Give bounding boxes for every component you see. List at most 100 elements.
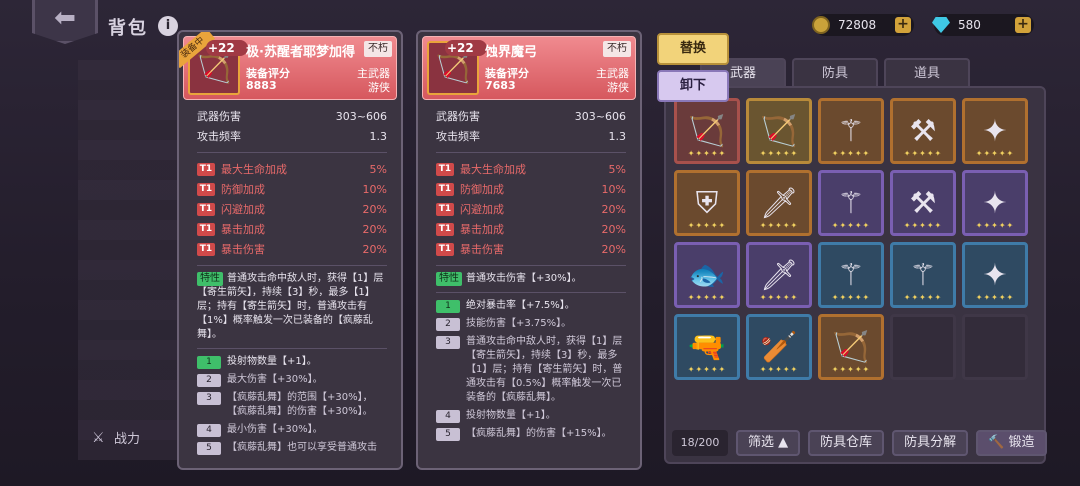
bonus-row: T1 暴击伤害 20% (436, 239, 626, 259)
club-icon: 🏏 (760, 329, 798, 365)
back-arrow-icon: ⬅ (54, 2, 76, 33)
inventory-grid: 🏹 ✦✦✦✦✦ 🏹 ✦✦✦✦✦ ⚚ ✦✦✦✦✦ ⚒ ✦✦✦✦✦ ✦ ✦✦✦✦✦ ⛨ ✦✦✦✦✦ 🗡 ✦✦✦… (674, 98, 1028, 380)
affix-row: 5 【疯藤乱舞】也可以享受普通攻击 (197, 441, 387, 455)
bonus-row: T1 最大生命加成 5% (436, 159, 626, 179)
affix-row: 1 绝对暴击率【+7.5%】。 (436, 299, 626, 313)
inventory-slot[interactable]: 🗡 ✦✦✦✦✦ (746, 242, 812, 308)
inventory-slot[interactable]: 🏹 ✦✦✦✦✦ (818, 314, 884, 380)
bonus-row: T1 闪避加成 20% (197, 199, 387, 219)
inventory-slot[interactable]: 🏹 ✦✦✦✦✦ (746, 98, 812, 164)
stars-icon: ✦✦✦✦✦ (687, 149, 727, 158)
affix-row: 2 最大伤害【+30%】。 (197, 373, 387, 387)
gem-icon (932, 17, 950, 33)
inventory-slot[interactable]: 🗡 ✦✦✦✦✦ (746, 170, 812, 236)
tab-items[interactable]: 道具 (884, 58, 970, 88)
blade-icon: 🗡 (759, 185, 799, 221)
filter-button[interactable]: 筛选 ▲ (736, 430, 801, 456)
stat-row: 攻击频率 1.3 (436, 129, 626, 144)
item-level: +22 (208, 41, 235, 55)
coin-icon (812, 16, 830, 34)
power-display[interactable]: ⚔ 战力 (92, 428, 141, 448)
inventory-slot[interactable]: ⚒ ✦✦✦✦✦ (890, 98, 956, 164)
inventory-slot[interactable]: ✦ ✦✦✦✦✦ (962, 242, 1028, 308)
stars-icon: ✦✦✦✦✦ (903, 149, 943, 158)
add-gems-button[interactable]: + (1015, 17, 1031, 33)
bonus-row: T1 暴击加成 20% (197, 219, 387, 239)
equipped-item-card: 🏹 装备中 +22 极·苏醒者耶梦加得 不朽 装备评分 8883 主武器 游侠 … (177, 30, 403, 470)
card-header: 🏹 装备中 +22 极·苏醒者耶梦加得 不朽 装备评分 8883 主武器 游侠 (179, 32, 397, 100)
item-name: 蚀界魔弓 (485, 45, 538, 60)
staff-icon: ⚚ (837, 113, 865, 149)
affix-row: 3 普通攻击命中敌人时，获得【1】层【寄生箭矢】，持续【3】秒，最多【1】层；持有… (436, 335, 626, 405)
forge-label: 锻造 (1008, 435, 1035, 450)
rarity-badge: 不朽 (364, 41, 392, 57)
class-type: 游侠 (368, 81, 390, 94)
stars-icon: ✦✦✦✦✦ (831, 149, 871, 158)
stars-icon: ✦✦✦✦✦ (687, 221, 727, 230)
inventory-slot[interactable]: 🏏 ✦✦✦✦✦ (746, 314, 812, 380)
page-title: 背包 (108, 18, 148, 39)
power-label: 战力 (114, 432, 141, 447)
bonus-row: T1 最大生命加成 5% (197, 159, 387, 179)
inventory-slot[interactable]: ✦ ✦✦✦✦✦ (962, 98, 1028, 164)
warehouse-button[interactable]: 防具仓库 (808, 430, 885, 456)
coin-balance: 72808 + (812, 14, 914, 36)
affix-row: 4 最小伤害【+30%】。 (197, 423, 387, 437)
inventory-slot[interactable]: ⚚ ✦✦✦✦✦ (818, 98, 884, 164)
staff-icon: ⚚ (837, 257, 865, 293)
inventory-slot[interactable]: 🔫 ✦✦✦✦✦ (674, 314, 740, 380)
shuriken-icon: ✦ (982, 185, 1008, 221)
add-coins-button[interactable]: + (895, 17, 911, 33)
bow-icon: 🏹 (688, 113, 726, 149)
bonus-row: T1 防御加成 10% (197, 179, 387, 199)
stars-icon: ✦✦✦✦✦ (903, 221, 943, 230)
affix-row: 1 投射物数量【+1】。 (197, 355, 387, 369)
bow-icon: 🏹 (832, 329, 870, 365)
inventory-slot[interactable]: 🐟 ✦✦✦✦✦ (674, 242, 740, 308)
unequip-button[interactable]: 卸下 (657, 70, 729, 102)
inventory-slot[interactable]: ⛨ ✦✦✦✦✦ (674, 170, 740, 236)
tab-armor[interactable]: 防具 (792, 58, 878, 88)
stars-icon: ✦✦✦✦✦ (831, 365, 871, 374)
inventory-slot[interactable]: ✦ ✦✦✦✦✦ (962, 170, 1028, 236)
bonus-row: T1 闪避加成 20% (436, 199, 626, 219)
info-icon[interactable]: i (158, 16, 178, 36)
affix-row: 5 【疯藤乱舞】的伤害【+15%】。 (436, 427, 626, 441)
blade-icon: 🗡 (759, 257, 799, 293)
stars-icon: ✦✦✦✦✦ (687, 365, 727, 374)
stars-icon: ✦✦✦✦✦ (831, 221, 871, 230)
item-name: 极·苏醒者耶梦加得 (246, 45, 355, 60)
class-type: 游侠 (607, 81, 629, 94)
bonus-row: T1 暴击伤害 20% (197, 239, 387, 259)
stat-row: 武器伤害 303~606 (436, 109, 626, 124)
stars-icon: ✦✦✦✦✦ (831, 293, 871, 302)
staff-icon: ⚚ (909, 257, 937, 293)
item-level: +22 (447, 41, 474, 55)
rarity-badge: 不朽 (603, 41, 631, 57)
affix-row: 4 投射物数量【+1】。 (436, 409, 626, 423)
inventory-count: 18/200 (672, 430, 728, 456)
forge-button[interactable]: 🔨 锻造 (976, 430, 1047, 456)
inventory-slot (962, 314, 1028, 380)
bow-icon: 🏹 (760, 113, 798, 149)
inventory-slot[interactable]: ⚚ ✦✦✦✦✦ (818, 242, 884, 308)
sword-icon: ⚔ (92, 429, 105, 446)
bonus-row: T1 防御加成 10% (436, 179, 626, 199)
inventory-slot[interactable]: ⚚ ✦✦✦✦✦ (818, 170, 884, 236)
inventory-footer: 18/200 筛选 ▲ 防具仓库 防具分解 🔨 锻造 (672, 430, 1047, 456)
inventory-slot[interactable]: 🏹 ✦✦✦✦✦ (674, 98, 740, 164)
stars-icon: ✦✦✦✦✦ (975, 149, 1015, 158)
bonus-row: T1 暴击加成 20% (436, 219, 626, 239)
axe-icon: ⚒ (909, 113, 937, 149)
inventory-slot[interactable]: ⚒ ✦✦✦✦✦ (890, 170, 956, 236)
stat-row: 攻击频率 1.3 (197, 129, 387, 144)
shield-icon: ⛨ (695, 185, 719, 221)
stars-icon: ✦✦✦✦✦ (759, 221, 799, 230)
decompose-button[interactable]: 防具分解 (892, 430, 969, 456)
inventory-slot[interactable]: ⚚ ✦✦✦✦✦ (890, 242, 956, 308)
gem-amount: 580 (958, 18, 981, 32)
stars-icon: ✦✦✦✦✦ (975, 293, 1015, 302)
swap-button[interactable]: 替换 (657, 33, 729, 65)
inventory-slot (890, 314, 956, 380)
gem-balance: 580 + (932, 14, 1034, 36)
